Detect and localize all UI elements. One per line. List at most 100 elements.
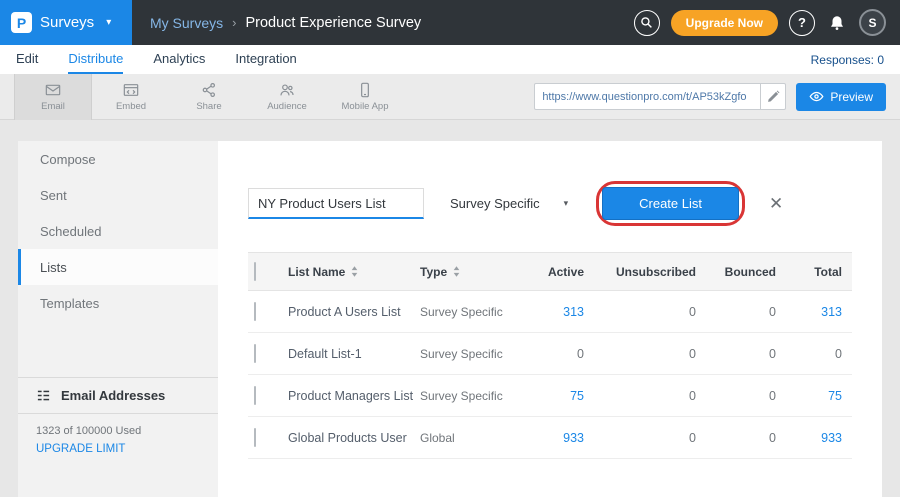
embed-icon bbox=[123, 82, 139, 98]
row-checkbox[interactable] bbox=[254, 302, 256, 321]
unsubscribed-count: 0 bbox=[594, 305, 706, 319]
list-name-link[interactable]: Product Managers List bbox=[288, 389, 420, 403]
section-tabs: Edit Distribute Analytics Integration Re… bbox=[0, 45, 900, 74]
total-count[interactable]: 313 bbox=[786, 305, 852, 319]
total-count[interactable]: 933 bbox=[786, 431, 852, 445]
list-type: Survey Specific bbox=[420, 305, 528, 319]
channel-label: Embed bbox=[116, 101, 146, 112]
audience-icon bbox=[279, 82, 295, 98]
preview-button[interactable]: Preview bbox=[796, 83, 886, 111]
sort-icon bbox=[453, 266, 460, 277]
product-switcher[interactable]: P Surveys ▾ bbox=[0, 0, 132, 45]
active-count[interactable]: 75 bbox=[528, 389, 594, 403]
channel-label: Share bbox=[196, 101, 221, 112]
preview-label: Preview bbox=[830, 90, 873, 104]
chevron-down-icon: ▾ bbox=[564, 198, 569, 209]
survey-url-group: Preview bbox=[534, 83, 886, 111]
sidebar-item-lists[interactable]: Lists bbox=[18, 249, 218, 285]
row-checkbox[interactable] bbox=[254, 386, 256, 405]
bell-icon bbox=[828, 14, 846, 32]
table-row: Product A Users List Survey Specific 313… bbox=[248, 291, 852, 333]
list-name-link[interactable]: Global Products User bbox=[288, 431, 420, 445]
list-icon bbox=[36, 388, 51, 403]
header-total: Total bbox=[786, 265, 852, 279]
sort-icon bbox=[351, 266, 358, 277]
tab-integration[interactable]: Integration bbox=[235, 45, 296, 74]
survey-url-wrap bbox=[534, 83, 786, 110]
edit-url-button[interactable] bbox=[760, 84, 785, 109]
channel-email[interactable]: Email bbox=[14, 74, 92, 120]
sidebar-item-sent[interactable]: Sent bbox=[18, 177, 218, 213]
page-title: Product Experience Survey bbox=[245, 15, 421, 31]
header-type[interactable]: Type bbox=[420, 265, 528, 279]
sidebar-item-templates[interactable]: Templates bbox=[18, 285, 218, 321]
header-list-name[interactable]: List Name bbox=[288, 265, 420, 279]
usage-text: 1323 of 100000 Used bbox=[18, 414, 218, 440]
tab-analytics[interactable]: Analytics bbox=[153, 45, 205, 74]
email-addresses-block: Email Addresses 1323 of 100000 Used UPGR… bbox=[18, 377, 218, 458]
active-count[interactable]: 933 bbox=[528, 431, 594, 445]
list-type-value: Survey Specific bbox=[450, 196, 540, 211]
top-bar: P Surveys ▾ My Surveys › Product Experie… bbox=[0, 0, 900, 45]
breadcrumb-separator: › bbox=[232, 15, 236, 30]
distribute-toolbar: Email Embed Share Audience Mobile App Pr… bbox=[0, 74, 900, 120]
tab-edit[interactable]: Edit bbox=[16, 45, 38, 74]
pencil-icon bbox=[767, 90, 780, 103]
upgrade-now-button[interactable]: Upgrade Now bbox=[671, 10, 778, 36]
lists-table: List Name Type Active Unsubscribed Bounc… bbox=[248, 252, 852, 459]
list-type: Survey Specific bbox=[420, 389, 528, 403]
annotation-highlight-ring: Create List bbox=[596, 181, 745, 226]
breadcrumb: My Surveys › Product Experience Survey bbox=[150, 15, 421, 31]
select-all-checkbox[interactable] bbox=[254, 262, 256, 281]
sidebar-item-compose[interactable]: Compose bbox=[18, 141, 218, 177]
breadcrumb-my-surveys[interactable]: My Surveys bbox=[150, 15, 223, 31]
row-checkbox[interactable] bbox=[254, 344, 256, 363]
list-type-select[interactable]: Survey Specific ▾ bbox=[450, 196, 568, 211]
chevron-down-icon: ▾ bbox=[106, 17, 111, 28]
sidebar-item-scheduled[interactable]: Scheduled bbox=[18, 213, 218, 249]
email-addresses-title: Email Addresses bbox=[61, 388, 165, 403]
channel-share[interactable]: Share bbox=[170, 74, 248, 120]
create-list-button[interactable]: Create List bbox=[602, 187, 739, 220]
bounced-count: 0 bbox=[706, 389, 786, 403]
row-checkbox[interactable] bbox=[254, 428, 256, 447]
search-button[interactable] bbox=[634, 10, 660, 36]
close-icon[interactable]: ✕ bbox=[769, 194, 783, 214]
upgrade-limit-link[interactable]: UPGRADE LIMIT bbox=[18, 440, 218, 458]
active-count[interactable]: 313 bbox=[528, 305, 594, 319]
list-name-link[interactable]: Product A Users List bbox=[288, 305, 420, 319]
header-active: Active bbox=[528, 265, 594, 279]
email-addresses-header: Email Addresses bbox=[18, 377, 218, 414]
mobile-icon bbox=[357, 82, 373, 98]
bounced-count: 0 bbox=[706, 347, 786, 361]
email-icon bbox=[45, 82, 61, 98]
notifications-button[interactable] bbox=[826, 12, 848, 34]
create-list-form: Survey Specific ▾ Create List ✕ bbox=[248, 181, 852, 226]
channel-mobile-app[interactable]: Mobile App bbox=[326, 74, 404, 120]
channel-embed[interactable]: Embed bbox=[92, 74, 170, 120]
channel-audience[interactable]: Audience bbox=[248, 74, 326, 120]
channel-label: Email bbox=[41, 101, 65, 112]
help-button[interactable]: ? bbox=[789, 10, 815, 36]
bounced-count: 0 bbox=[706, 431, 786, 445]
lists-panel: Survey Specific ▾ Create List ✕ List Nam… bbox=[218, 141, 882, 497]
table-header-row: List Name Type Active Unsubscribed Bounc… bbox=[248, 252, 852, 291]
table-row: Product Managers List Survey Specific 75… bbox=[248, 375, 852, 417]
user-avatar[interactable]: S bbox=[859, 9, 886, 36]
unsubscribed-count: 0 bbox=[594, 431, 706, 445]
table-row: Global Products User Global 933 0 0 933 bbox=[248, 417, 852, 459]
header-unsubscribed: Unsubscribed bbox=[594, 265, 706, 279]
questionpro-logo-icon: P bbox=[11, 12, 32, 33]
list-name-input[interactable] bbox=[248, 188, 424, 219]
total-count[interactable]: 75 bbox=[786, 389, 852, 403]
share-icon bbox=[201, 82, 217, 98]
email-sidebar: Compose Sent Scheduled Lists Templates E… bbox=[18, 141, 218, 497]
list-type: Global bbox=[420, 431, 528, 445]
tab-distribute[interactable]: Distribute bbox=[68, 45, 123, 74]
content-area: Compose Sent Scheduled Lists Templates E… bbox=[0, 120, 900, 497]
search-icon bbox=[640, 16, 653, 29]
list-name-link[interactable]: Default List-1 bbox=[288, 347, 420, 361]
header-bounced: Bounced bbox=[706, 265, 786, 279]
active-count: 0 bbox=[528, 347, 594, 361]
survey-url-input[interactable] bbox=[535, 84, 760, 109]
